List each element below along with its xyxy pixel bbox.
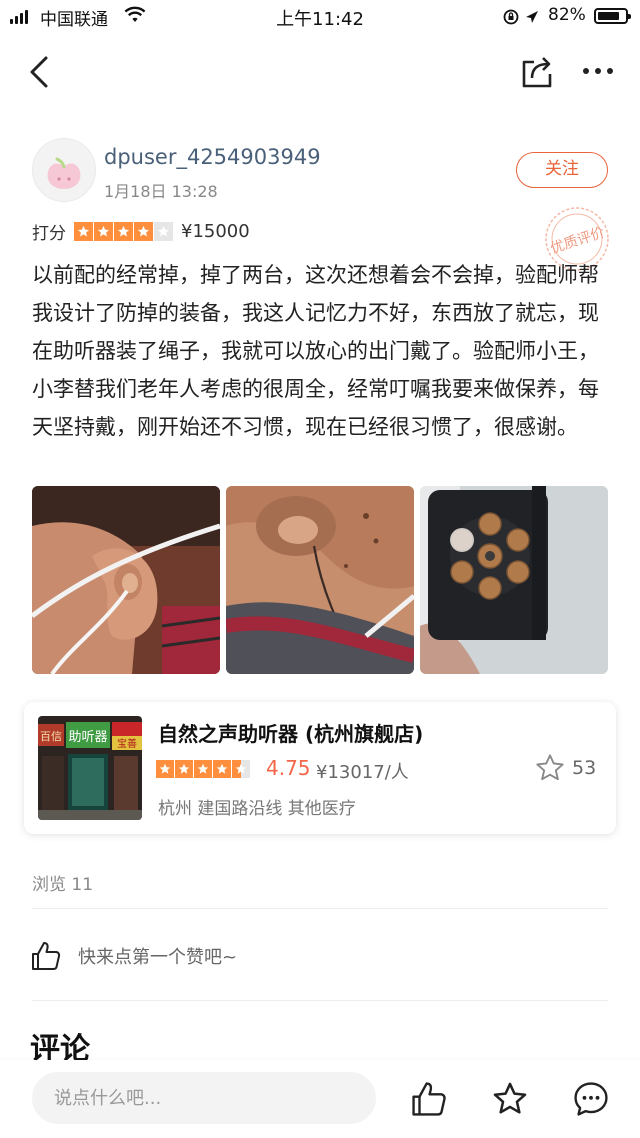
view-count: 浏览 11 [32,875,94,895]
star-filled-icon [213,760,231,778]
rating-row: 打分 ¥15000 [32,218,250,244]
like-prompt[interactable]: 快来点第一个赞吧~ [30,940,237,972]
shop-score: 4.75 [266,756,311,780]
status-bar: 中国联通 上午11:42 82% [0,0,640,34]
follow-button[interactable]: 关注 [516,152,608,188]
divider [32,1000,608,1001]
more-horizontal-icon [583,68,613,74]
peach-avatar-icon [47,157,81,189]
review-photo[interactable] [226,486,414,674]
location-icon [502,7,544,32]
comment-input[interactable] [32,1072,376,1124]
rating-label: 打分 [32,223,66,244]
shop-sign-left: 百信 [40,730,62,743]
shop-sign-right: 宝善 [117,737,137,750]
shop-thumbnail: 百信 助听器 宝善 [38,716,142,820]
star-filled-icon [94,221,113,241]
divider [32,908,608,909]
avatar[interactable] [32,138,96,202]
ear-photo-image [32,486,220,674]
star-filled-icon [74,221,93,241]
battery-percent: 82% [548,5,586,25]
battery-pack-photo-image [420,486,608,674]
star-filled-icon [156,760,174,778]
battery-icon [594,8,631,24]
comment-button[interactable] [572,1080,610,1118]
star-outline-icon [536,754,564,781]
price-per-person: ¥15000 [181,220,250,242]
username[interactable]: dpuser_4254903949 [104,145,321,169]
star-filled-icon [194,760,212,778]
star-filled-icon [175,760,193,778]
chevron-left-icon [30,56,48,88]
shop-average-price: ¥13017/人 [316,762,409,783]
favorite-review-button[interactable] [491,1080,529,1118]
chat-bubble-icon [574,1082,608,1116]
review-date: 1月18日 13:28 [104,182,218,201]
star-filled-icon [114,221,133,241]
shop-card[interactable]: 百信 助听器 宝善 自然之声助听器 (杭州旗舰店) 4.75 ¥13017/人 … [24,702,616,834]
star-outline-icon [493,1082,527,1114]
rating-stars [74,221,173,241]
share-button[interactable] [520,52,556,92]
star-filled-icon [232,760,250,778]
star-empty-icon [154,221,173,241]
share-icon [522,57,552,88]
ear-cord-photo-image [226,486,414,674]
back-button[interactable] [22,52,58,92]
like-button[interactable] [410,1080,448,1118]
more-button[interactable] [580,56,616,86]
star-filled-icon [134,221,153,241]
review-photo[interactable] [32,486,220,674]
shop-rating-stars [156,760,250,778]
bottom-action-bar [0,1060,640,1138]
shop-name: 自然之声助听器 (杭州旗舰店) [158,722,424,746]
favorite-count: 53 [572,757,597,779]
review-text: 以前配的经常掉，掉了两台，这次还想着会不会掉，验配师帮我设计了防掉的装备，我这人… [32,263,599,439]
shop-sign-main: 助听器 [68,730,107,745]
review-photo[interactable] [420,486,608,674]
thumbs-up-icon [412,1082,446,1116]
thumbs-up-icon [32,942,61,970]
favorite-button[interactable]: 53 [534,752,596,784]
like-hint: 快来点第一个赞吧~ [78,947,238,968]
clock: 上午11:42 [276,9,364,30]
shop-location-category: 杭州 建国路沿线 其他医疗 [158,799,356,819]
